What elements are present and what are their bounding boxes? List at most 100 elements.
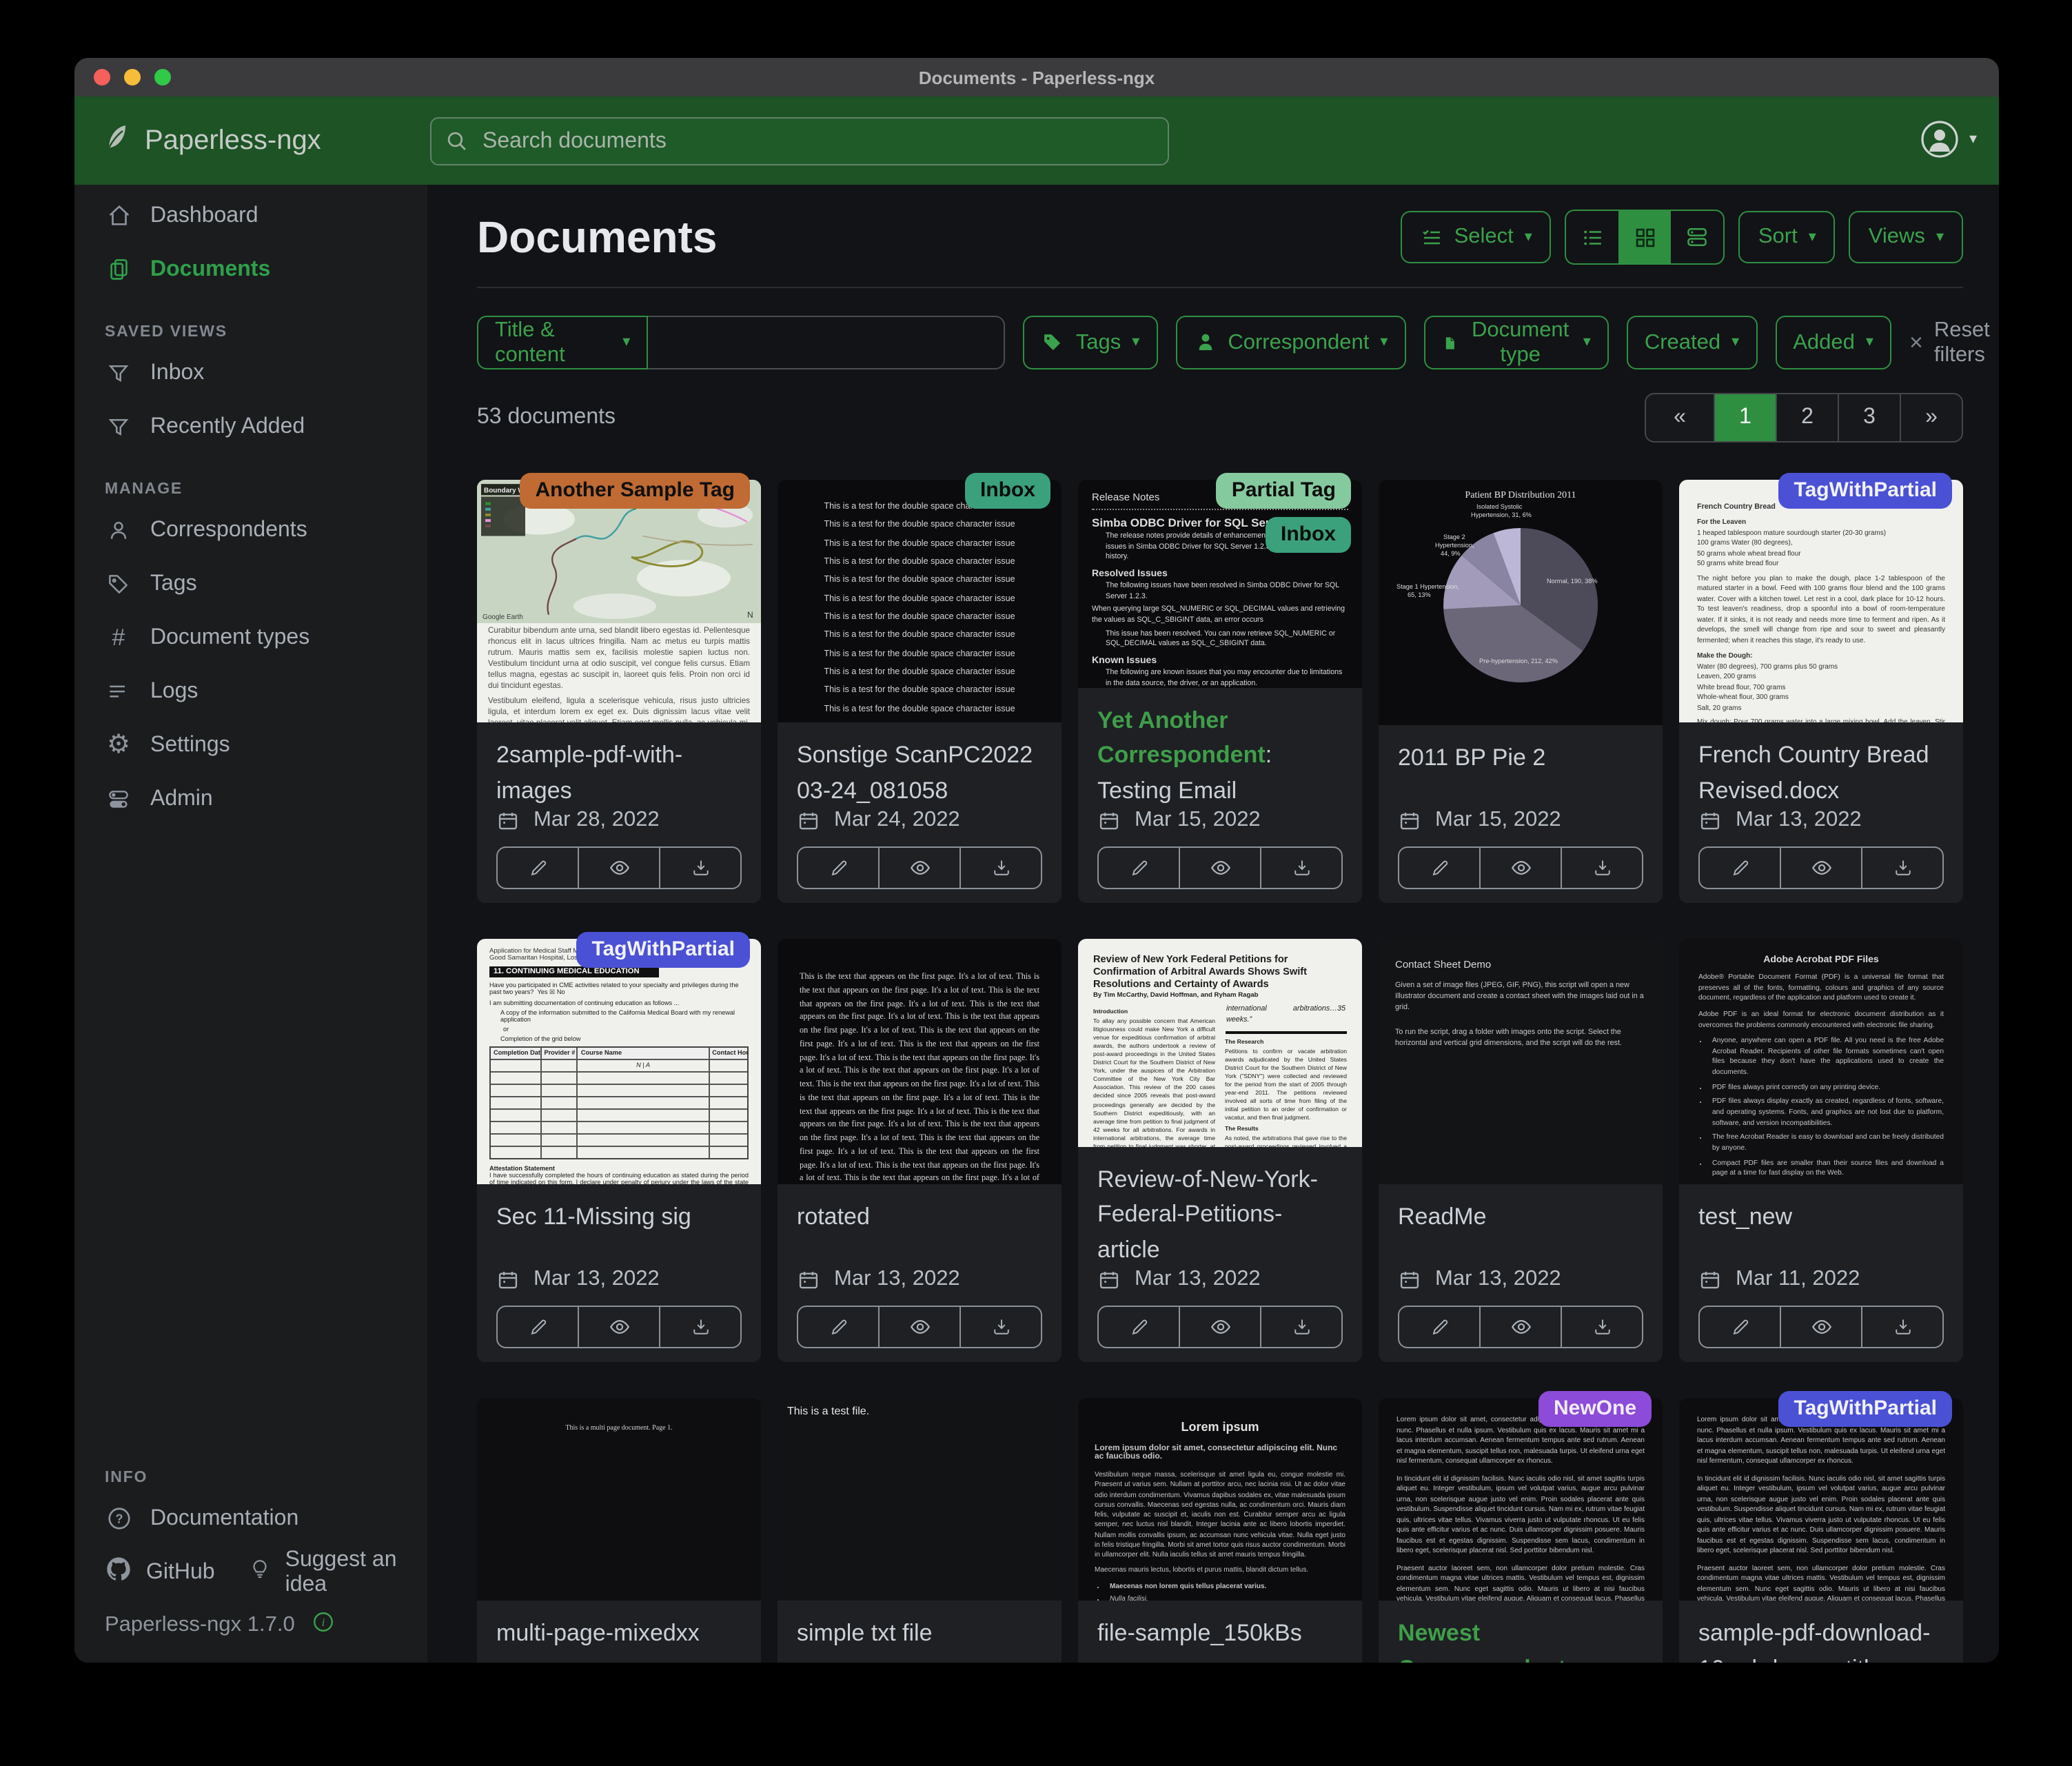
- document-type-filter-button[interactable]: Document type ▾: [1423, 316, 1608, 369]
- list-view-toggle[interactable]: [1567, 211, 1619, 263]
- title-content-filter-button[interactable]: Title & content ▾: [477, 316, 648, 369]
- info-circle-icon[interactable]: i: [312, 1610, 335, 1641]
- view-button[interactable]: [878, 1307, 959, 1347]
- document-title[interactable]: simple txt file: [797, 1616, 1042, 1651]
- sort-button[interactable]: Sort ▾: [1739, 211, 1836, 263]
- added-filter-button[interactable]: Added ▾: [1775, 316, 1891, 369]
- sidebar-item-correspondents[interactable]: Correspondents: [105, 503, 427, 557]
- sidebar-item-github[interactable]: GitHub: [105, 1555, 215, 1590]
- view-button[interactable]: [1479, 848, 1561, 888]
- tag-badge[interactable]: TagWithPartial: [1778, 473, 1952, 509]
- user-menu[interactable]: ▾: [1920, 119, 1977, 160]
- document-thumbnail[interactable]: This is the text that appears on the fir…: [778, 939, 1062, 1184]
- document-thumbnail[interactable]: This is a test file.: [778, 1398, 1062, 1601]
- document-thumbnail[interactable]: Review of New York Federal Petitions for…: [1078, 939, 1362, 1146]
- view-button[interactable]: [1780, 848, 1861, 888]
- sidebar-item-dashboard[interactable]: Dashboard: [105, 189, 427, 243]
- edit-button[interactable]: [1700, 848, 1780, 888]
- view-button[interactable]: [578, 848, 659, 888]
- sidebar-item-tags[interactable]: Tags: [105, 557, 427, 611]
- correspondent-link[interactable]: Newest Correspondent: [1398, 1620, 1566, 1663]
- document-title[interactable]: Yet Another Correspondent: Testing Email: [1097, 702, 1343, 808]
- document-thumbnail[interactable]: Patient BP Distribution 2011 Normal, 190…: [1379, 480, 1663, 725]
- edit-button[interactable]: [798, 1307, 878, 1347]
- tag-badge[interactable]: TagWithPartial: [576, 932, 750, 968]
- tag-badge[interactable]: Inbox: [965, 473, 1050, 509]
- reset-filters-button[interactable]: × Reset filters: [1909, 318, 1990, 367]
- document-title[interactable]: file-sample_150kBs: [1097, 1616, 1343, 1651]
- document-title[interactable]: sample-pdf-download-10-mb-longer-title: [1698, 1616, 1944, 1663]
- document-thumbnail[interactable]: Application for Medical Staff Members Go…: [477, 939, 761, 1184]
- sidebar-item-logs[interactable]: Logs: [105, 664, 427, 718]
- edit-button[interactable]: [498, 848, 578, 888]
- document-title[interactable]: Sonstige ScanPC2022 03-24_081058: [797, 738, 1042, 808]
- edit-button[interactable]: [1399, 848, 1479, 888]
- edit-button[interactable]: [1399, 1307, 1479, 1347]
- view-button[interactable]: [878, 848, 959, 888]
- document-title[interactable]: Sec 11-Missing sig: [496, 1199, 742, 1235]
- document-thumbnail[interactable]: French Country Bread For the Leaven 1 he…: [1679, 480, 1963, 722]
- document-title[interactable]: Newest Correspondent: f_combineds: [1398, 1616, 1643, 1663]
- download-button[interactable]: [1561, 848, 1642, 888]
- pagination-prev[interactable]: «: [1646, 394, 1714, 441]
- detail-view-toggle[interactable]: [1672, 211, 1724, 263]
- pagination-page-3[interactable]: 3: [1838, 394, 1900, 441]
- document-thumbnail[interactable]: This is a test for the double space char…: [778, 480, 1062, 722]
- sidebar-item-admin[interactable]: Admin: [105, 772, 427, 826]
- edit-button[interactable]: [1700, 1307, 1780, 1347]
- document-title[interactable]: French Country Bread Revised.docx: [1698, 738, 1944, 808]
- created-filter-button[interactable]: Created ▾: [1627, 316, 1757, 369]
- document-title[interactable]: rotated: [797, 1199, 1042, 1235]
- correspondent-filter-button[interactable]: Correspondent ▾: [1175, 316, 1405, 369]
- grid-view-toggle[interactable]: [1619, 211, 1672, 263]
- sidebar-item-suggest-idea[interactable]: Suggest an idea: [248, 1547, 427, 1597]
- minimize-window-button[interactable]: [124, 69, 141, 85]
- pagination-page-2[interactable]: 2: [1776, 394, 1838, 441]
- sidebar-item-document-types[interactable]: # Document types: [105, 611, 427, 664]
- view-button[interactable]: [1479, 1307, 1561, 1347]
- edit-button[interactable]: [798, 848, 878, 888]
- document-thumbnail[interactable]: Contact Sheet Demo Given a set of image …: [1379, 939, 1663, 1184]
- download-button[interactable]: [659, 1307, 740, 1347]
- download-button[interactable]: [1561, 1307, 1642, 1347]
- download-button[interactable]: [1861, 1307, 1942, 1347]
- view-button[interactable]: [578, 1307, 659, 1347]
- select-button[interactable]: Select ▾: [1401, 211, 1552, 263]
- edit-button[interactable]: [498, 1307, 578, 1347]
- pagination-next[interactable]: »: [1900, 394, 1962, 441]
- zoom-window-button[interactable]: [154, 69, 171, 85]
- document-title[interactable]: Review-of-New-York-Federal-Petitions-art…: [1097, 1161, 1343, 1267]
- download-button[interactable]: [1260, 1307, 1341, 1347]
- sidebar-item-inbox[interactable]: Inbox: [105, 346, 427, 400]
- brand[interactable]: Paperless-ngx: [99, 121, 321, 161]
- edit-button[interactable]: [1099, 848, 1179, 888]
- sidebar-item-settings[interactable]: ⚙ Settings: [105, 718, 427, 772]
- sidebar-item-documents[interactable]: Documents: [105, 243, 427, 296]
- tag-badge[interactable]: NewOne: [1538, 1391, 1652, 1427]
- tag-badge[interactable]: TagWithPartial: [1778, 1391, 1952, 1427]
- correspondent-link[interactable]: Yet Another Correspondent: [1097, 707, 1266, 768]
- document-title[interactable]: 2011 BP Pie 2: [1398, 740, 1643, 775]
- search-input[interactable]: [480, 128, 1168, 155]
- document-thumbnail[interactable]: This is a multi page document. Page 1.: [477, 1398, 761, 1601]
- title-content-filter-input[interactable]: [648, 316, 1005, 369]
- close-window-button[interactable]: [94, 69, 110, 85]
- edit-button[interactable]: [1099, 1307, 1179, 1347]
- download-button[interactable]: [959, 1307, 1041, 1347]
- view-button[interactable]: [1179, 1307, 1260, 1347]
- sidebar-item-recently-added[interactable]: Recently Added: [105, 400, 427, 454]
- document-title[interactable]: multi-page-mixedxx: [496, 1616, 742, 1651]
- download-button[interactable]: [1260, 848, 1341, 888]
- download-button[interactable]: [959, 848, 1041, 888]
- document-thumbnail[interactable]: Boundary Waters Trip Google Earth N Cura…: [477, 480, 761, 722]
- view-button[interactable]: [1780, 1307, 1861, 1347]
- download-button[interactable]: [659, 848, 740, 888]
- tag-badge[interactable]: Inbox: [1266, 517, 1351, 553]
- download-button[interactable]: [1861, 848, 1942, 888]
- tag-badge[interactable]: Another Sample Tag: [520, 473, 751, 509]
- views-button[interactable]: Views ▾: [1849, 211, 1963, 263]
- document-thumbnail[interactable]: Lorem ipsum Lorem ipsum dolor sit amet, …: [1078, 1398, 1362, 1601]
- tags-filter-button[interactable]: Tags ▾: [1024, 316, 1158, 369]
- document-thumbnail[interactable]: Adobe Acrobat PDF Files Adobe® Portable …: [1679, 939, 1963, 1184]
- document-title[interactable]: ReadMe: [1398, 1199, 1643, 1235]
